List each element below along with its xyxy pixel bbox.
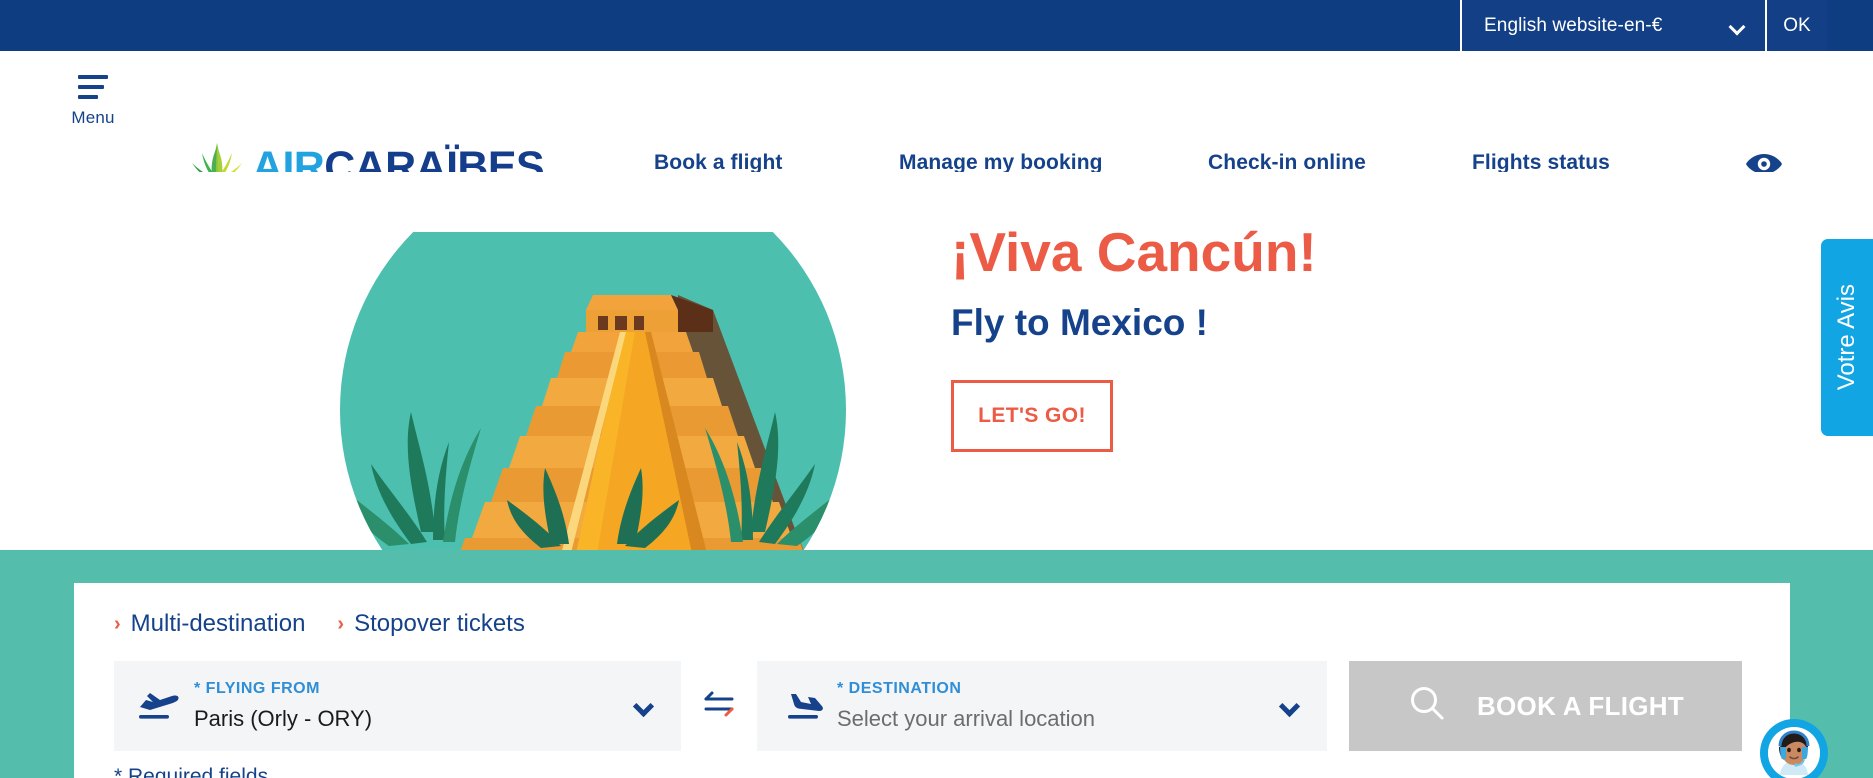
chatbot-agent-avatar: [1768, 727, 1820, 778]
hero-copy: ¡Viva Cancún! Fly to Mexico ! LET'S GO!: [951, 221, 1317, 452]
destination-placeholder: Select your arrival location: [837, 706, 1096, 731]
chevron-down-icon: [1731, 21, 1745, 30]
hero-subtitle: Fly to Mexico !: [951, 301, 1208, 343]
chevron-down-icon[interactable]: [632, 695, 655, 718]
hamburger-menu-icon: [78, 75, 108, 99]
booking-form-card: › Multi-destination › Stopover tickets *…: [74, 583, 1790, 778]
ok-button[interactable]: OK: [1767, 0, 1827, 51]
flying-from-body: * FLYING FROM Paris (Orly - ORY): [194, 680, 372, 732]
destination-body: * DESTINATION Select your arrival locati…: [837, 680, 1095, 732]
chevron-down-icon[interactable]: [1278, 695, 1301, 718]
menu-button[interactable]: Menu: [62, 75, 124, 128]
chevron-right-icon: ›: [114, 613, 121, 635]
book-a-flight-button[interactable]: BOOK A FLIGHT: [1349, 661, 1742, 751]
link-stopover-tickets-label: Stopover tickets: [354, 610, 525, 637]
lets-go-button[interactable]: LET'S GO!: [951, 379, 1113, 452]
menu-button-label: Menu: [71, 108, 115, 127]
votre-avis-label: Votre Avis: [1833, 284, 1860, 391]
flying-from-label: * FLYING FROM: [194, 680, 320, 697]
language-currency-select[interactable]: English website-en-€: [1460, 0, 1767, 51]
flying-from-field[interactable]: * FLYING FROM Paris (Orly - ORY): [114, 661, 681, 751]
destination-label: * DESTINATION: [837, 680, 962, 697]
hero-section: ¡Viva Cancún! Fly to Mexico ! LET'S GO!: [0, 172, 1873, 550]
page-root: English website-en-€ OK Menu AIRCARAÏBES…: [0, 0, 1873, 778]
votre-avis-tab[interactable]: Votre Avis: [1821, 239, 1873, 436]
plane-landing-icon: [779, 689, 825, 723]
booking-form-row: * FLYING FROM Paris (Orly - ORY) * DESTI…: [114, 661, 1742, 751]
book-a-flight-label: BOOK A FLIGHT: [1476, 690, 1685, 721]
link-stopover-tickets[interactable]: › Stopover tickets: [337, 610, 524, 638]
topbar-right-pad: [1827, 0, 1873, 51]
search-icon: [1407, 684, 1447, 729]
swap-airports-button[interactable]: [681, 661, 757, 751]
hero-title: ¡Viva Cancún!: [951, 221, 1317, 283]
site-header: Menu AIRCARAÏBES Book a flight Manage my…: [0, 51, 1873, 191]
chevron-right-icon: ›: [337, 613, 345, 635]
destination-field[interactable]: * DESTINATION Select your arrival locati…: [757, 661, 1327, 751]
link-multi-destination[interactable]: › Multi-destination: [114, 610, 305, 638]
link-multi-destination-label: Multi-destination: [130, 610, 306, 637]
swap-arrows-icon: [702, 688, 736, 725]
chatbot-launcher[interactable]: [1763, 722, 1825, 778]
required-fields-note: * Required fields: [114, 765, 269, 778]
plane-takeoff-icon: [136, 689, 182, 723]
language-select-value: English website-en-€: [1484, 14, 1663, 36]
mayan-pyramid-illustration: [293, 172, 893, 550]
flying-from-value: Paris (Orly - ORY): [194, 706, 373, 731]
top-utility-bar: English website-en-€ OK: [0, 0, 1873, 51]
booking-form-links: › Multi-destination › Stopover tickets: [114, 610, 525, 638]
